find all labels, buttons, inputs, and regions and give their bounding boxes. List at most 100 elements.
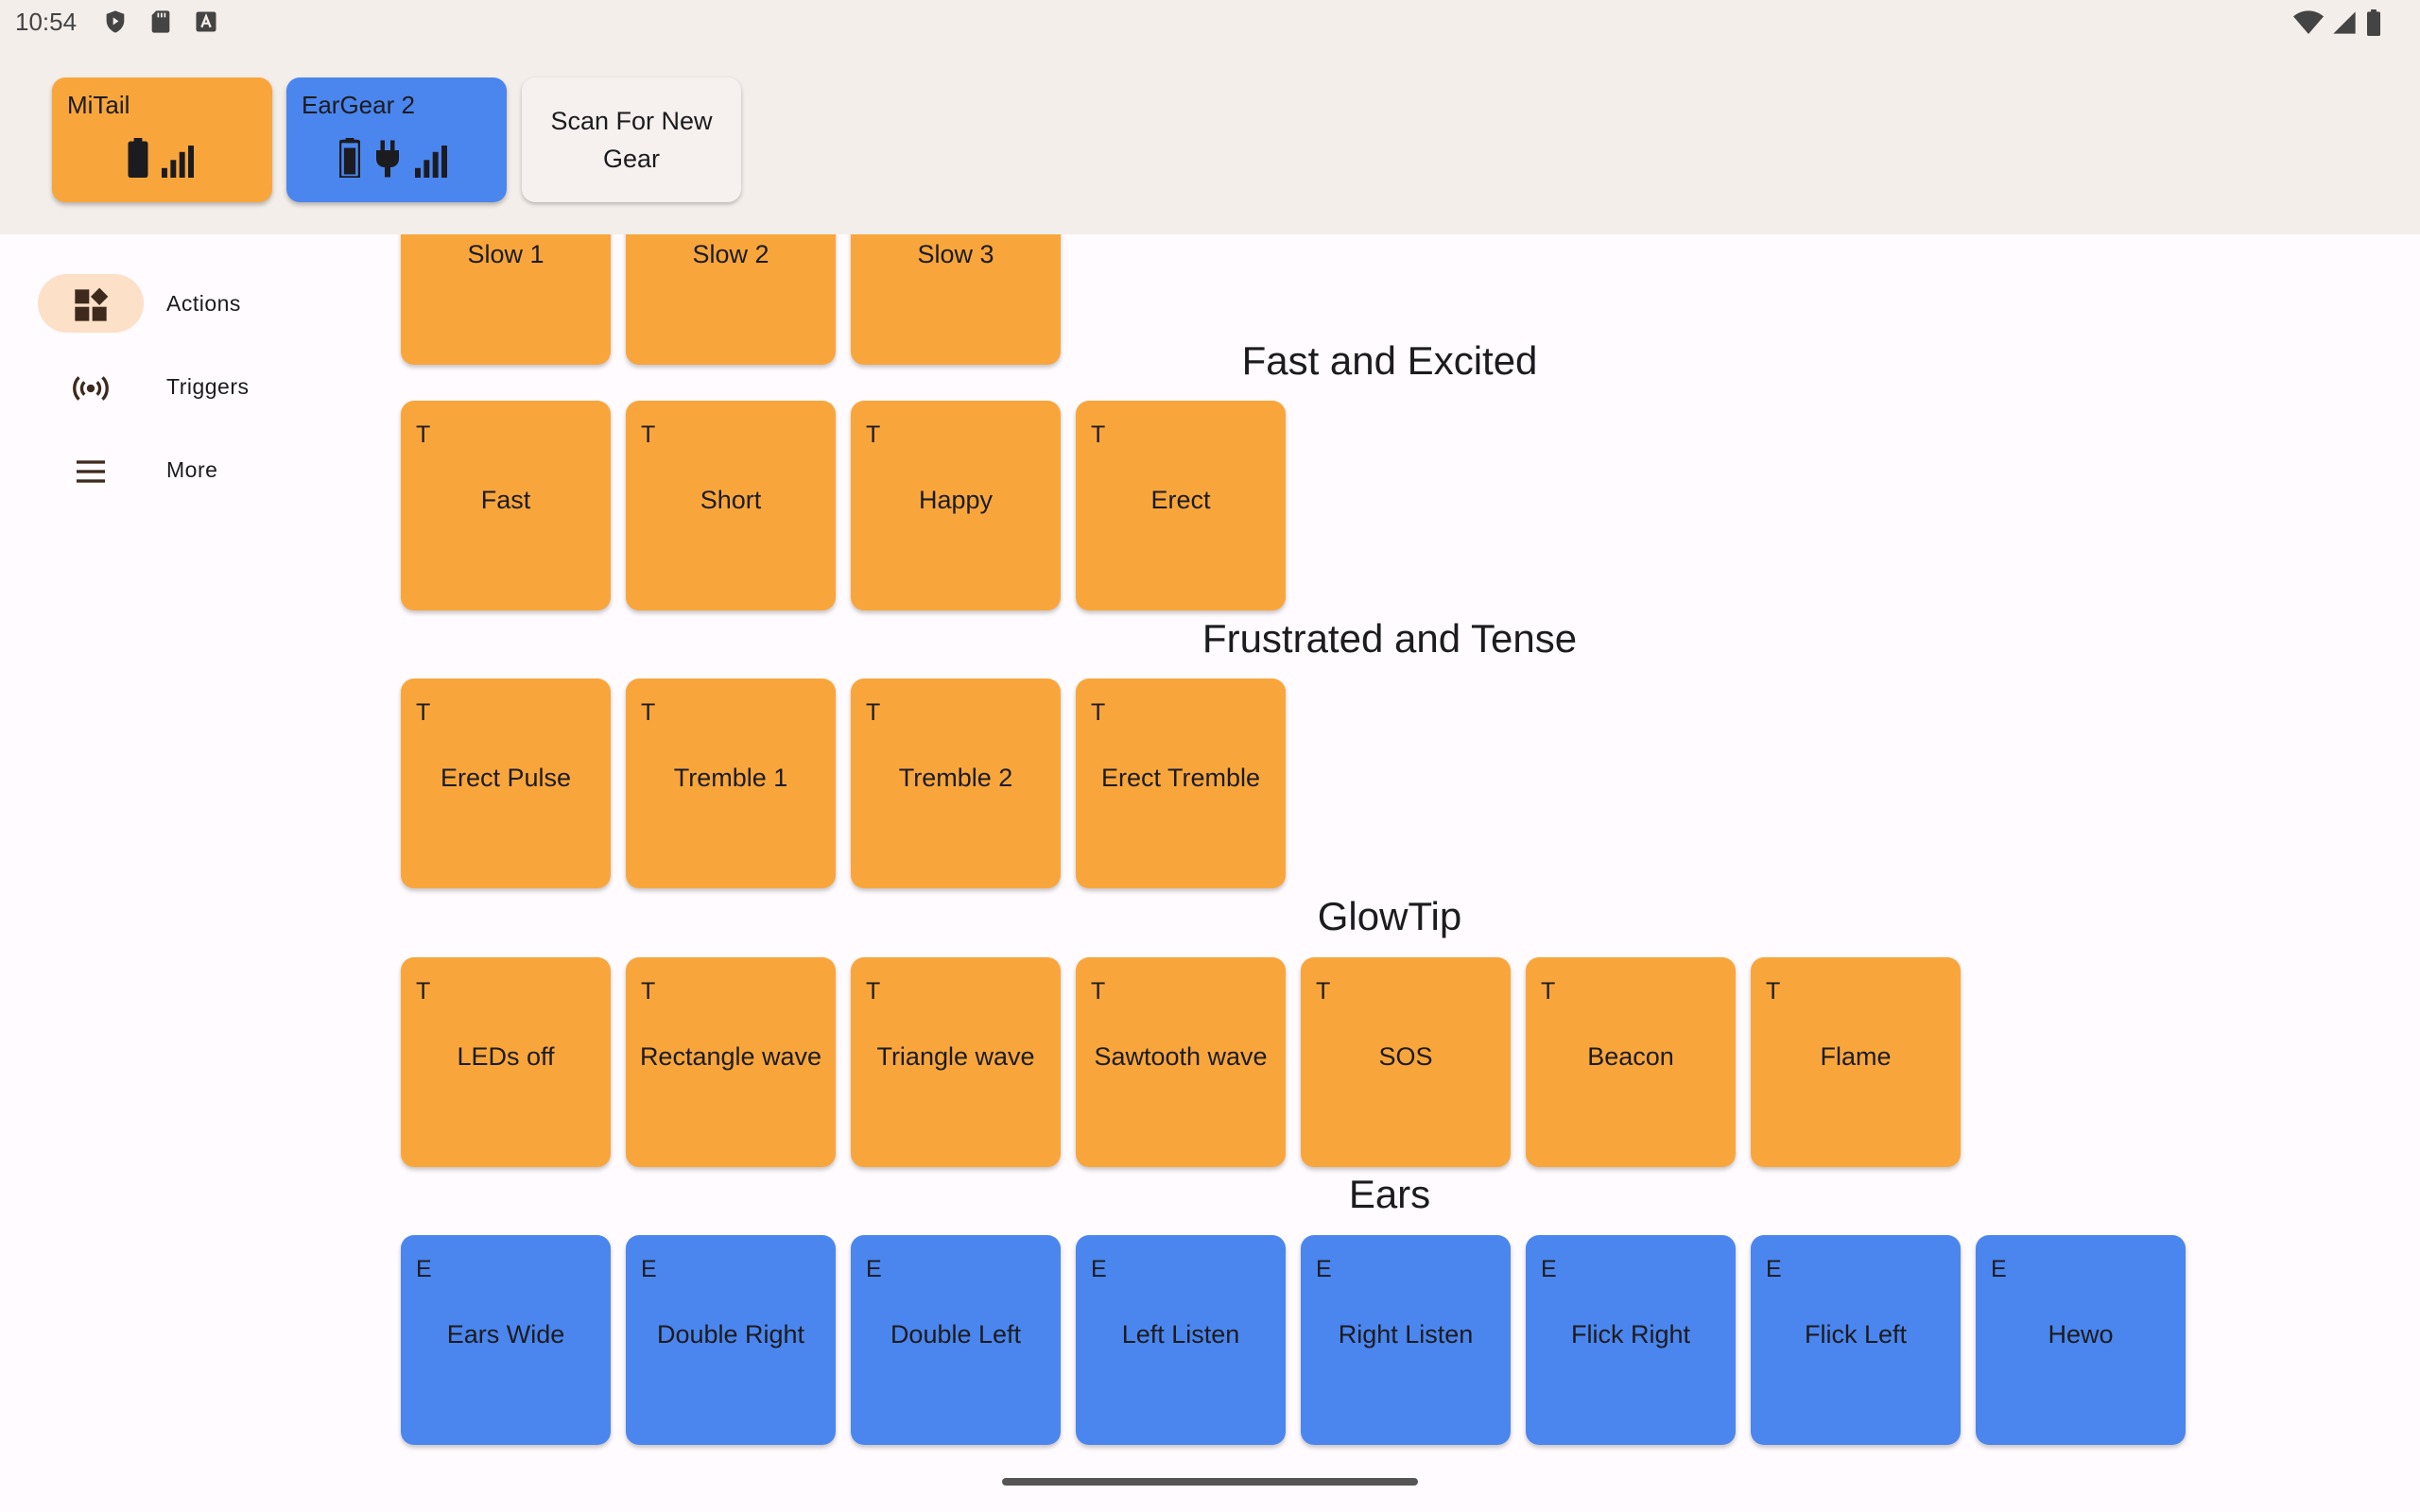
action-tile[interactable]: T LEDs off: [401, 957, 611, 1167]
tile-label: Flick Left: [1804, 1320, 1908, 1349]
action-tile[interactable]: T Flame: [1751, 957, 1961, 1167]
action-tile[interactable]: E Double Right: [626, 1235, 836, 1445]
action-tile[interactable]: T Happy: [851, 401, 1061, 610]
charging-plug-icon: [376, 140, 399, 178]
action-tile[interactable]: T Short: [626, 401, 836, 610]
tile-device-badge: T: [416, 699, 431, 726]
shield-play-icon: [106, 10, 125, 33]
nav-item-more[interactable]: More: [38, 440, 340, 503]
tile-label: Erect: [1150, 486, 1211, 514]
tile-label: Flick Right: [1570, 1320, 1691, 1349]
action-tile[interactable]: E Right Listen: [1301, 1235, 1511, 1445]
font-a-icon: [196, 11, 216, 32]
action-tile[interactable]: T Tremble 2: [851, 679, 1061, 888]
tile-label: Slow 3: [917, 240, 994, 268]
tile-label: SOS: [1378, 1042, 1433, 1071]
gear-card-eargear[interactable]: EarGear 2: [286, 77, 507, 202]
tile-label: Flame: [1820, 1042, 1892, 1071]
gear-header: MiTail EarGear 2 Scan For New Gear: [0, 47, 2420, 234]
status-bar: 10:54: [0, 0, 2420, 47]
action-tile[interactable]: T Sawtooth wave: [1076, 957, 1286, 1167]
tile-device-badge: T: [866, 699, 881, 726]
tile-device-badge: T: [1091, 978, 1106, 1005]
battery-icon: [339, 138, 360, 178]
action-tile[interactable]: T Beacon: [1526, 957, 1736, 1167]
status-icons-right: [2293, 9, 2382, 37]
tile-label: Double Right: [656, 1320, 805, 1349]
tile-device-badge: T: [866, 978, 881, 1005]
action-tile[interactable]: E Flick Left: [1751, 1235, 1961, 1445]
tile-device-badge: E: [866, 1256, 882, 1282]
gear-name: EarGear 2: [302, 91, 415, 119]
action-tile[interactable]: T Triangle wave: [851, 957, 1061, 1167]
action-tile[interactable]: T Erect Pulse: [401, 679, 611, 888]
tile-label: Rectangle wave: [639, 1042, 822, 1071]
tile-label: Triangle wave: [876, 1042, 1035, 1071]
tile-label: Sawtooth wave: [1094, 1042, 1268, 1071]
tile-label: LEDs off: [457, 1042, 555, 1071]
action-tile[interactable]: T Rectangle wave: [626, 957, 836, 1167]
nav-item-actions[interactable]: Actions: [38, 274, 340, 336]
action-tile[interactable]: E Flick Right: [1526, 1235, 1736, 1445]
tile-device-badge: T: [1541, 978, 1556, 1005]
tile-device-badge: E: [416, 1256, 432, 1282]
tile-label: Erect Tremble: [1100, 764, 1261, 792]
tile-device-badge: T: [641, 699, 656, 726]
action-tile[interactable]: E Ears Wide: [401, 1235, 611, 1445]
section-title: Fast and Excited: [1241, 338, 1538, 383]
tile-label: Erect Pulse: [440, 764, 572, 792]
action-tile[interactable]: T Fast: [401, 401, 611, 610]
tile-label: Double Left: [890, 1320, 1022, 1349]
tile-device-badge: E: [1316, 1256, 1332, 1282]
tile-label: Left Listen: [1121, 1320, 1240, 1349]
section-title: Ears: [1348, 1172, 1431, 1216]
tile-device-badge: T: [641, 978, 656, 1005]
dashboard-icon: [75, 287, 109, 321]
home-indicator[interactable]: [1002, 1478, 1418, 1486]
tile-device-badge: T: [1091, 699, 1106, 726]
tile-label: Slow 1: [467, 240, 544, 268]
tile-label: Slow 2: [692, 240, 769, 268]
nav-label: Triggers: [166, 374, 250, 399]
action-tile[interactable]: E Left Listen: [1076, 1235, 1286, 1445]
gear-status-icons: [128, 136, 194, 178]
tile-label: Short: [700, 486, 762, 514]
tile-label: Ears Wide: [446, 1320, 565, 1349]
tile-label: Right Listen: [1338, 1320, 1474, 1349]
action-tile[interactable]: E Double Left: [851, 1235, 1061, 1445]
action-tile[interactable]: E Hewo: [1976, 1235, 2186, 1445]
tile-label: Beacon: [1587, 1042, 1674, 1071]
gear-card-mitail[interactable]: MiTail: [52, 77, 272, 202]
tile-label: Happy: [918, 486, 994, 514]
signal-bars-icon: [162, 146, 194, 178]
tile-label: Tremble 2: [898, 764, 1013, 792]
battery-icon: [2367, 9, 2380, 36]
nav-label: More: [166, 457, 218, 482]
tile-device-badge: T: [641, 421, 656, 448]
gear-status-icons: [339, 136, 447, 178]
action-tile[interactable]: T Erect Tremble: [1076, 679, 1286, 888]
section-title: Frustrated and Tense: [1201, 616, 1578, 661]
action-tile[interactable]: T SOS: [1301, 957, 1511, 1167]
gear-name: MiTail: [67, 91, 130, 119]
nav-label: Actions: [166, 291, 241, 316]
tile-device-badge: E: [1991, 1256, 2007, 1282]
tile-device-badge: E: [1091, 1256, 1107, 1282]
wifi-icon: [2293, 10, 2324, 35]
tile-device-badge: T: [866, 421, 881, 448]
tile-device-badge: E: [1541, 1256, 1557, 1282]
tile-device-badge: T: [416, 421, 431, 448]
action-tile[interactable]: T Erect: [1076, 401, 1286, 610]
tile-device-badge: T: [1766, 978, 1781, 1005]
tile-device-badge: E: [1766, 1256, 1782, 1282]
tile-label: Hewo: [2048, 1320, 2114, 1349]
scan-for-new-gear-button[interactable]: Scan For New Gear: [522, 77, 741, 202]
nav-item-triggers[interactable]: Triggers: [38, 357, 340, 420]
tile-label: Fast: [480, 486, 531, 514]
action-tile[interactable]: T Tremble 1: [626, 679, 836, 888]
cell-signal-icon: [2333, 11, 2356, 34]
status-time: 10:54: [15, 8, 78, 36]
sd-card-icon: [151, 10, 170, 33]
actions-grid: Slow 1 Slow 2 Slow 3 Fast and Excited T Fast T…: [359, 234, 2420, 1512]
tile-device-badge: T: [1316, 978, 1331, 1005]
